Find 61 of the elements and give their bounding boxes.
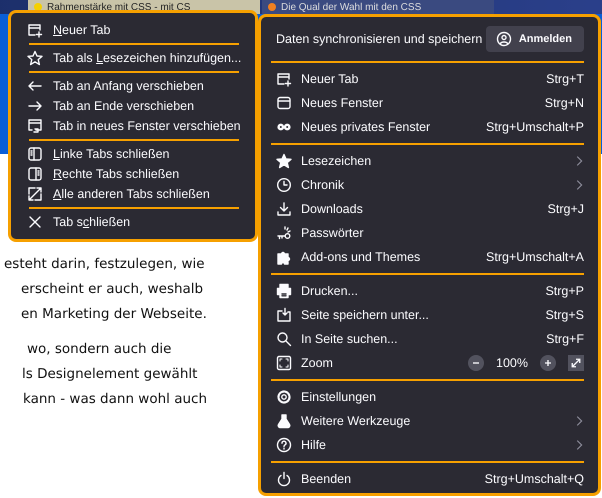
menu-item[interactable]: Beenden Strg+Umschalt+Q (271, 467, 584, 491)
key-icon (276, 225, 292, 241)
power-icon (276, 471, 292, 487)
zoom-in-button[interactable] (540, 355, 556, 371)
menu-item[interactable]: Add-ons und Themes Strg+Umschalt+A (271, 245, 584, 269)
paragraph-line: erscheint er auch, weshalb (20, 280, 204, 299)
menu-item[interactable]: Hilfe (271, 433, 584, 457)
panel-right-icon (27, 166, 43, 182)
menu-item[interactable]: Neuer Tab (27, 20, 243, 40)
search-icon (276, 331, 292, 347)
paragraph-line: esteht darin, festzulegen, wie (3, 255, 205, 274)
clock-icon (276, 177, 292, 193)
printer-icon (276, 283, 292, 299)
star-outline-icon (27, 50, 43, 66)
menu-item[interactable]: Neues privates Fenster Strg+Umschalt+P (271, 115, 584, 139)
zoom-level: 100% (495, 356, 529, 370)
panel-left-icon (27, 146, 43, 162)
puzzle-icon (276, 249, 292, 265)
close-icon (27, 214, 43, 230)
expand-arrow-icon (570, 357, 582, 369)
paragraph-line: wo, sondern auch die (26, 340, 172, 359)
menu-item[interactable]: In Seite suchen... Strg+F (271, 327, 584, 351)
zoom-out-button[interactable] (468, 355, 484, 371)
menu-item[interactable]: Tab an Ende verschieben (27, 96, 243, 116)
download-icon (276, 201, 292, 217)
menu-item[interactable]: Weitere Werkzeuge (271, 409, 584, 433)
help-icon (276, 437, 292, 453)
menu-item[interactable]: Linke Tabs schließen (27, 144, 243, 164)
browser-tab[interactable]: Die Qual der Wahl mit den CSS (262, 0, 494, 14)
menu-item[interactable]: Einstellungen (271, 385, 584, 409)
menu-item[interactable]: Rechte Tabs schließen (27, 164, 243, 184)
fullscreen-button[interactable] (568, 355, 584, 371)
new-tab-icon (27, 22, 43, 38)
menu-item[interactable]: Tab schließen (27, 212, 243, 232)
menu-item[interactable]: Neues Fenster Strg+N (271, 91, 584, 115)
menu-item[interactable]: Passwörter (271, 221, 584, 245)
menu-item[interactable]: Downloads Strg+J (271, 197, 584, 221)
menu-item[interactable]: Tab in neues Fenster verschieben (27, 116, 243, 136)
plus-icon (542, 357, 554, 369)
folder-save-icon (276, 307, 292, 323)
menu-item[interactable]: Chronik (271, 173, 584, 197)
sync-title: Daten synchronisieren und speichern (276, 32, 482, 46)
menu-item[interactable]: Lesezeichen (271, 149, 584, 173)
window-icon (276, 95, 292, 111)
menu-item[interactable]: Drucken... Strg+P (271, 279, 584, 303)
star-icon (276, 153, 292, 169)
menu-item[interactable]: Tab als Lesezeichen hinzufügen... (27, 48, 243, 68)
window-move-icon (27, 118, 43, 134)
menu-item[interactable]: Tab an Anfang verschieben (27, 76, 243, 96)
user-icon (496, 31, 512, 47)
menu-item[interactable]: Seite speichern unter... Strg+S (271, 303, 584, 327)
paragraph-line: ls Designelement gewählt (21, 365, 198, 384)
paragraph-line: en Marketing der Webseite. (20, 305, 207, 324)
sign-in-button[interactable]: Anmelden (486, 26, 584, 52)
new-tab-icon (276, 71, 292, 87)
menu-item[interactable]: Neuer Tab Strg+T (271, 67, 584, 91)
menu-item[interactable]: Alle anderen Tabs schließen (27, 184, 243, 204)
paragraph-line: kann - was dann wohl auch (22, 390, 208, 409)
zoom-frame-icon (276, 355, 292, 371)
menu-item[interactable]: Zoom 100% (271, 351, 584, 375)
flask-icon (276, 413, 292, 429)
